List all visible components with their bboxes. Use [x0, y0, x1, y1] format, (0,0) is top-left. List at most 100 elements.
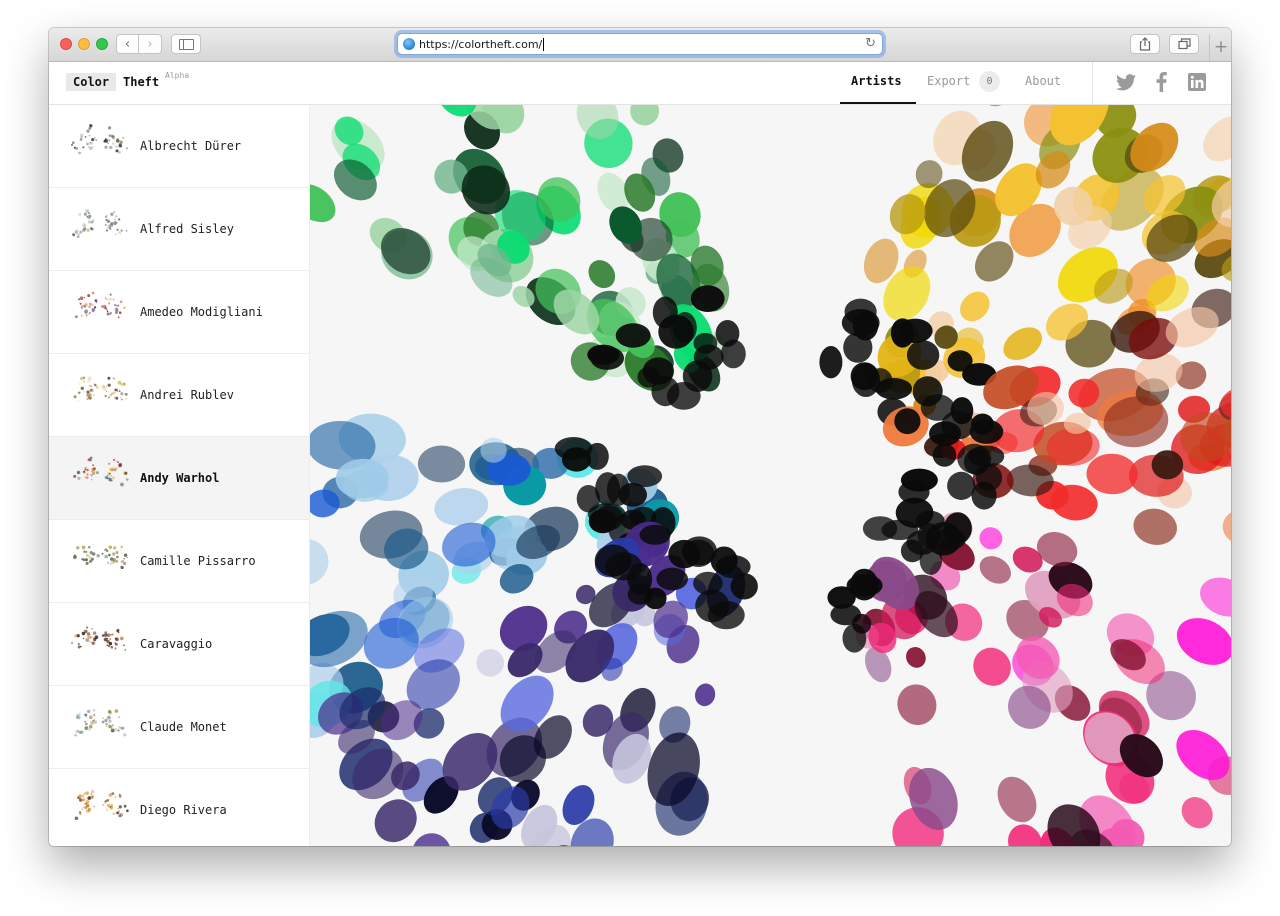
thumbnail-dot — [76, 716, 78, 719]
show-sidebar-button[interactable] — [171, 34, 201, 54]
thumbnail-dot — [115, 460, 118, 462]
thumbnail-dot — [123, 804, 127, 808]
color-blob — [819, 346, 843, 379]
thumbnail-dot — [120, 482, 124, 487]
thumbnail-dot — [125, 230, 128, 232]
forward-button[interactable]: › — [139, 34, 162, 54]
thumbnail-dot — [84, 630, 88, 633]
facebook-link[interactable] — [1150, 71, 1172, 93]
share-button[interactable] — [1130, 34, 1160, 54]
thumbnail-dot — [81, 558, 84, 561]
artists-sidebar[interactable]: Albrecht Dürer Alfred Sisley Amedeo Modi… — [49, 105, 310, 846]
thumbnail-dot — [102, 804, 104, 806]
tab-overview-button[interactable] — [1169, 34, 1199, 54]
thumbnail-dot — [78, 643, 80, 646]
artist-item[interactable]: Camille Pissarro — [49, 520, 309, 603]
linkedin-link[interactable] — [1186, 71, 1208, 93]
thumbnail-dot — [106, 310, 109, 313]
thumbnail-dot — [115, 559, 119, 563]
thumbnail-dot — [126, 556, 128, 558]
color-blob — [919, 544, 943, 575]
thumbnail-dot — [120, 565, 124, 570]
thumbnail-dot — [90, 789, 95, 794]
close-window-button[interactable] — [60, 38, 72, 50]
thumbnail-dot — [117, 137, 119, 140]
thumbnail-dot — [87, 294, 91, 298]
thumbnail-dot — [88, 724, 93, 729]
color-blob — [1003, 327, 1043, 361]
artist-thumbnail — [71, 626, 127, 651]
color-blob — [1151, 450, 1184, 480]
thumbnail-dot — [79, 296, 84, 300]
maximize-window-button[interactable] — [96, 38, 108, 50]
artist-item-selected[interactable]: Andy Warhol — [49, 437, 309, 520]
nav-about-tab[interactable]: About — [1025, 74, 1061, 88]
thumbnail-dot — [89, 312, 91, 314]
color-visualization[interactable] — [310, 105, 1231, 846]
url-text: https://colortheft.com/ — [419, 37, 543, 51]
thumbnail-dot — [95, 471, 99, 475]
color-blob — [897, 684, 937, 726]
thumbnail-dot — [78, 811, 82, 814]
thumbnail-dot — [83, 476, 86, 478]
thumbnail-dot — [78, 794, 82, 798]
artist-item[interactable]: Albrecht Dürer — [49, 105, 309, 188]
thumbnail-dot — [109, 223, 114, 227]
thumbnail-dot — [75, 729, 79, 733]
twitter-link[interactable] — [1115, 71, 1137, 93]
address-bar[interactable]: https://colortheft.com/ ↻ — [397, 33, 883, 55]
reload-icon[interactable]: ↻ — [865, 36, 876, 51]
thumbnail-dot — [88, 396, 92, 400]
chevron-left-icon: ‹ — [124, 36, 131, 52]
thumbnail-dot — [86, 626, 89, 629]
thumbnail-dot — [109, 393, 113, 397]
color-blob — [587, 344, 620, 365]
linkedin-icon — [1188, 73, 1206, 91]
thumbnail-dot — [113, 727, 118, 732]
thumbnail-dot — [110, 727, 113, 730]
color-blob — [690, 285, 725, 312]
color-blob — [710, 546, 738, 575]
facebook-icon — [1156, 72, 1167, 92]
thumbnail-dot — [113, 377, 115, 380]
thumbnail-dot — [74, 315, 78, 319]
thumbnail-dot — [84, 466, 87, 470]
thumbnail-dot — [110, 475, 112, 477]
thumbnail-dot — [110, 646, 113, 649]
artist-item[interactable]: Andrei Rublev — [49, 354, 309, 437]
color-blob — [1222, 509, 1231, 545]
artist-item[interactable]: Claude Monet — [49, 686, 309, 769]
artist-item[interactable]: Caravaggio — [49, 603, 309, 686]
thumbnail-dot — [91, 795, 94, 798]
color-blob — [973, 647, 1011, 686]
artist-item[interactable]: Amedeo Modigliani — [49, 271, 309, 354]
thumbnail-dot — [123, 644, 125, 646]
color-blob — [950, 397, 974, 425]
nav-export-tab[interactable]: Export — [927, 74, 970, 88]
thumbnail-dot — [89, 551, 93, 554]
color-blob — [658, 314, 694, 349]
color-blob — [630, 105, 660, 126]
artist-item[interactable]: Diego Rivera — [49, 769, 309, 846]
nav-artists-tab[interactable]: Artists — [851, 74, 902, 88]
thumbnail-dot — [119, 549, 121, 551]
artist-item[interactable]: Alfred Sisley — [49, 188, 309, 271]
thumbnail-dot — [105, 228, 108, 231]
logo-theft-word[interactable]: Theft — [123, 75, 159, 89]
minimize-window-button[interactable] — [78, 38, 90, 50]
new-tab-button[interactable]: + — [1209, 34, 1231, 61]
thumbnail-dot — [110, 804, 113, 807]
color-blob — [997, 776, 1037, 823]
thumbnail-dot — [95, 386, 99, 389]
back-button[interactable]: ‹ — [116, 34, 139, 54]
thumbnail-dot — [85, 551, 88, 553]
thumbnail-dot — [117, 461, 119, 463]
thumbnail-dot — [112, 552, 116, 556]
color-blob — [906, 647, 926, 668]
logo-color-word[interactable]: Color — [66, 73, 117, 91]
thumbnail-dot — [114, 215, 118, 218]
thumbnail-dot — [85, 638, 90, 642]
thumbnail-dot — [74, 733, 77, 737]
color-burst-canvas[interactable] — [310, 105, 1231, 846]
thumbnail-dot — [118, 231, 122, 235]
